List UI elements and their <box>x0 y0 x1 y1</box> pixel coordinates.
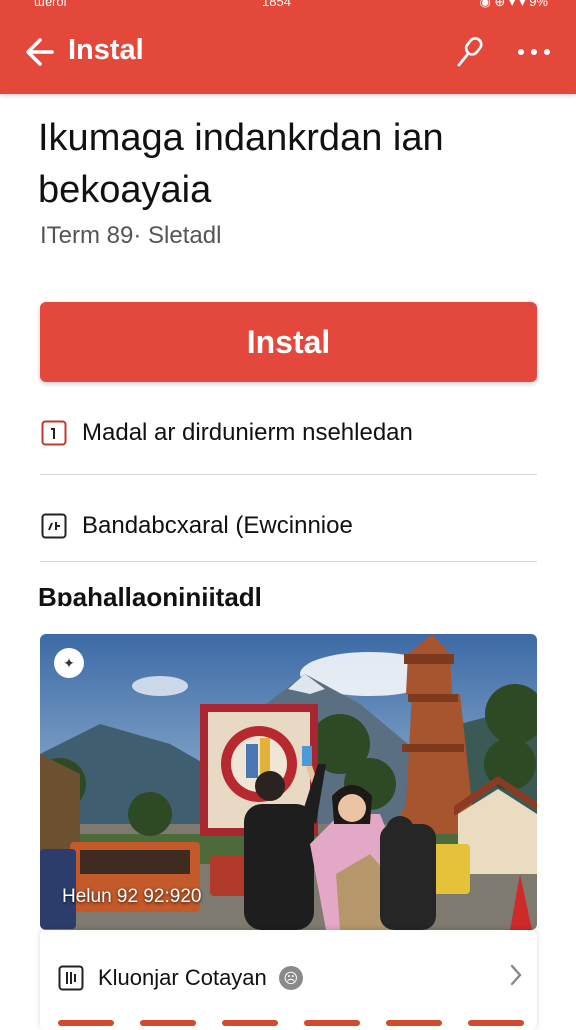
divider <box>40 561 537 562</box>
page-title: Ikumaga indankrdan ian bekoayaia <box>38 117 444 211</box>
divider <box>40 474 537 475</box>
page-subtitle: ITerm 89· Sletadl <box>40 222 222 249</box>
more-dots-icon <box>518 49 550 55</box>
card-peek <box>58 1020 528 1030</box>
back-button[interactable] <box>18 30 62 74</box>
media-row-label: Bandabcxaral (Ewcinnioe <box>82 512 353 539</box>
microphone-icon <box>457 37 483 67</box>
status-left: ɯɐɾol <box>34 0 67 9</box>
star-icon[interactable]: ✦ <box>54 648 84 678</box>
info-row[interactable]: Madal ar dirdunierm nsehledan <box>40 403 537 463</box>
app-bar-title: Instal <box>68 34 144 66</box>
info-icon <box>40 419 68 447</box>
photo-preview[interactable]: ✦ Helun 92 92:920 <box>40 634 537 930</box>
section-title: Bɒahallaoniniitadl <box>38 582 262 612</box>
info-row-label: Madal ar dirdunierm nsehledan <box>82 419 413 446</box>
status-right: ◉ ⊕ ▾ ▾ 9% <box>479 0 548 9</box>
card-row-label: Kluonjar Cotayan <box>98 965 267 990</box>
status-clock: 1854 <box>262 0 291 9</box>
install-button[interactable]: Instal <box>40 302 537 382</box>
bottom-card: Kluonjar Cotayan ☹ <box>40 930 537 1030</box>
list-icon <box>58 965 84 991</box>
media-row[interactable]: Bandabcxaral (Ewcinnioe <box>40 496 537 556</box>
back-arrow-icon <box>26 38 54 66</box>
microphone-button[interactable] <box>448 30 492 74</box>
emoji-icon: ☹ <box>278 966 303 990</box>
media-icon <box>40 512 68 540</box>
more-options-button[interactable] <box>512 30 556 74</box>
card-row[interactable]: Kluonjar Cotayan ☹ <box>58 958 524 998</box>
app-bar: ɯɐɾol 1854 ◉ ⊕ ▾ ▾ 9% Instal <box>0 0 576 94</box>
photo-caption: Helun 92 92:920 <box>62 886 202 907</box>
chevron-right-icon <box>508 963 524 993</box>
